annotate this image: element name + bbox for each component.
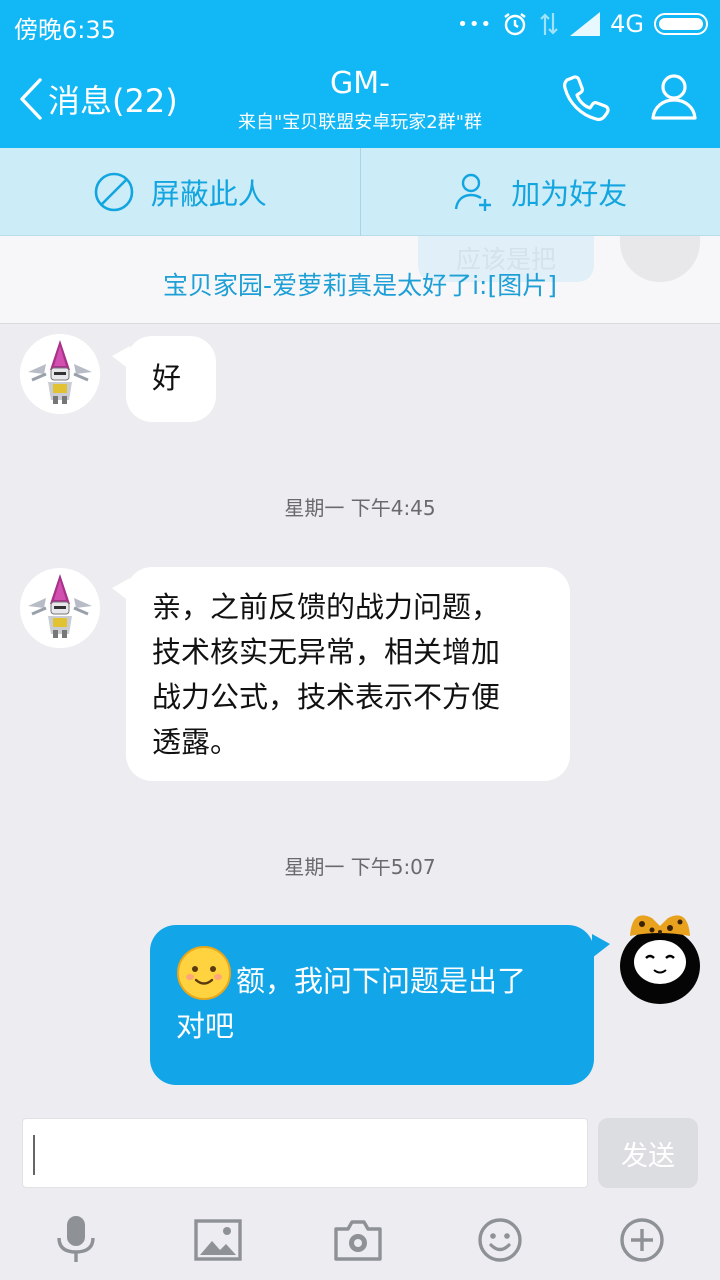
message-line: 亲，之前反馈的战力问题，: [152, 590, 501, 624]
robot-avatar-icon: [20, 568, 100, 648]
panda-avatar-icon: [620, 915, 700, 1004]
message-line: 额，我问下问题是出了: [236, 964, 527, 998]
data-transfer-icon: [540, 13, 558, 35]
message-bubble-incoming[interactable]: 亲，之前反馈的战力问题， 技术核实无异常，相关增加 战力公式，技术表示不方便 透…: [126, 567, 570, 781]
voice-button[interactable]: [48, 1212, 104, 1268]
message-line: 透露。: [152, 725, 240, 759]
camera-button[interactable]: [330, 1212, 386, 1268]
bubble-tail: [592, 934, 610, 958]
smile-emoji-icon: [177, 945, 231, 1000]
add-friend-icon: [455, 173, 492, 211]
message-line: 对吧: [176, 1009, 235, 1043]
signal-icon: [570, 12, 601, 36]
microphone-icon: [57, 1216, 95, 1262]
call-button[interactable]: [560, 72, 612, 128]
chat-subtitle: 来自"宝贝联盟安卓玩家2群"群: [237, 112, 482, 133]
message-timestamp: 星期一 下午5:07: [284, 855, 436, 879]
emoji-button[interactable]: [472, 1212, 528, 1268]
input-toolbar: [0, 1206, 720, 1276]
composer: 发送: [0, 1106, 720, 1280]
image-icon: [194, 1219, 242, 1261]
send-button[interactable]: 发送: [598, 1118, 698, 1188]
message-input[interactable]: [22, 1118, 588, 1188]
profile-button[interactable]: [648, 70, 700, 126]
more-button[interactable]: [614, 1212, 670, 1268]
chat-title: GM-: [330, 66, 390, 101]
status-time: 傍晚6:35: [14, 16, 116, 44]
avatar[interactable]: [20, 568, 100, 648]
add-friend-label: 加为好友: [511, 176, 628, 211]
robot-avatar-icon: [20, 334, 100, 414]
phone-icon: [563, 75, 610, 121]
plus-icon: [620, 1218, 664, 1262]
camera-icon: [334, 1220, 382, 1261]
group-message-notice[interactable]: 应该是把 宝贝家园-爱萝莉真是太好了i:[图片]: [0, 236, 720, 324]
status-icons: ••• 4G: [457, 10, 708, 38]
block-user-button[interactable]: 屏蔽此人: [0, 148, 360, 235]
message-line: 战力公式，技术表示不方便: [152, 680, 501, 714]
avatar[interactable]: [20, 334, 100, 414]
message-bubble-incoming[interactable]: 好: [126, 336, 216, 422]
message-line: 技术核实无异常，相关增加: [152, 635, 501, 669]
stranger-action-bar: 屏蔽此人 加为好友: [0, 148, 720, 236]
add-friend-button[interactable]: 加为好友: [361, 148, 720, 235]
chat-header: 消息(22) GM- 来自"宝贝联盟安卓玩家2群"群: [0, 50, 720, 148]
block-user-label: 屏蔽此人: [150, 176, 267, 211]
network-type: 4G: [610, 10, 644, 38]
text-caret: [33, 1135, 35, 1175]
battery-icon: [654, 13, 708, 35]
message-timestamp: 星期一 下午4:45: [284, 496, 436, 520]
emoji-icon: [478, 1218, 522, 1262]
block-icon: [94, 172, 134, 211]
message-bubble-outgoing[interactable]: 额，我问下问题是出了 对吧: [150, 925, 594, 1085]
person-icon: [651, 74, 697, 120]
notice-text: 宝贝家园-爱萝莉真是太好了i:[图片]: [163, 271, 557, 300]
avatar[interactable]: [620, 900, 700, 1004]
message-line-row: 额，我问下问题是出了: [176, 945, 568, 1004]
image-button[interactable]: [190, 1212, 246, 1268]
more-dots-icon: •••: [457, 13, 493, 35]
message-text: 好: [152, 361, 182, 395]
alarm-icon: [504, 13, 526, 36]
status-bar: 傍晚6:35 ••• 4G: [0, 0, 720, 50]
